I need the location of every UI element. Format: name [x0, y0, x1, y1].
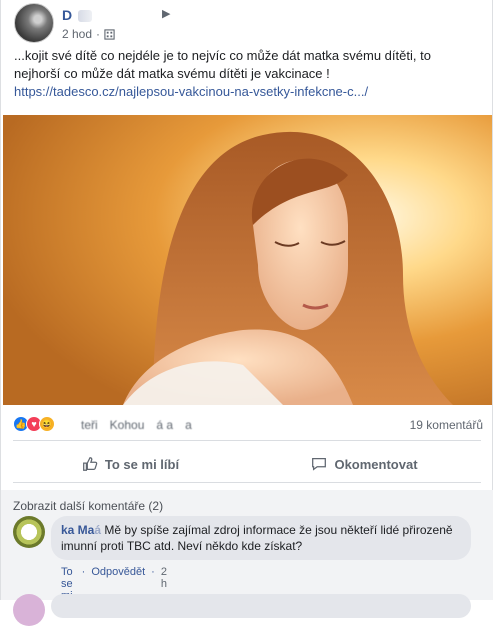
author-name-blur: [78, 10, 93, 23]
commenter-avatar[interactable]: [13, 516, 45, 548]
comments-section: Zobrazit další komentáře (2) ka Maá Mě b…: [1, 490, 493, 626]
comment-label: Okomentovat: [334, 456, 418, 472]
timestamp[interactable]: 2 hod: [62, 27, 92, 41]
reaction-name-3[interactable]: á a: [156, 418, 173, 432]
commenter-name-text[interactable]: ka Ma: [61, 523, 94, 537]
next-commenter-avatar[interactable]: [13, 594, 45, 626]
post-link[interactable]: https://tadesco.cz/najlepsou-vakcinou-na…: [14, 83, 484, 101]
reaction-name-4[interactable]: a: [185, 418, 192, 432]
comments-count[interactable]: 19 komentářů: [410, 418, 483, 432]
post-stats: 👍 ♥ 😆 teři Kohou á a a 19 komentářů: [13, 414, 483, 434]
post-text-line2: nejhorší co může dát matka svému dítěti …: [14, 66, 330, 81]
post-text-line1: ...kojit své dítě co nejdéle je to nejví…: [14, 48, 431, 63]
post-text: ...kojit své dítě co nejdéle je to nejví…: [14, 47, 484, 101]
comment-text: Mě by spíše zajímal zdroj informace že j…: [61, 523, 453, 553]
audience-icon[interactable]: [104, 28, 115, 40]
comment-button[interactable]: Okomentovat: [247, 448, 481, 480]
divider-bottom: [13, 482, 481, 483]
caret-right-icon[interactable]: ▶: [162, 7, 170, 20]
post-actions: To se mi líbí Okomentovat: [13, 448, 481, 480]
commenter-name[interactable]: ka Maá: [61, 523, 101, 537]
like-button[interactable]: To se mi líbí: [13, 448, 247, 480]
commenter-name-blur: á: [94, 523, 102, 537]
post-meta: 2 hod ·: [62, 27, 115, 41]
haha-reaction-icon: 😆: [39, 416, 55, 432]
post-header: D ▶ 2 hod ·: [14, 3, 314, 43]
portrait-image: [3, 115, 492, 405]
reaction-name-2[interactable]: Kohou: [110, 418, 145, 432]
post-card: D ▶ 2 hod · ...kojit své dítě co nejdéle…: [0, 0, 493, 626]
author-name[interactable]: D: [62, 7, 93, 23]
separator-dot: ·: [96, 27, 101, 41]
thumbs-up-icon: [82, 457, 98, 471]
author-avatar[interactable]: [14, 3, 54, 43]
author-name-text[interactable]: D: [62, 7, 72, 23]
next-comment-bubble: [51, 594, 471, 618]
reaction-names[interactable]: teři Kohou á a a: [81, 418, 192, 432]
reaction-name-1[interactable]: teři: [81, 418, 98, 432]
show-more-comments[interactable]: Zobrazit další komentáře (2): [13, 499, 163, 513]
like-label: To se mi líbí: [104, 456, 180, 472]
post-photo[interactable]: [3, 115, 492, 405]
comment-icon: [312, 457, 327, 471]
divider-top: [13, 440, 481, 441]
reaction-icons[interactable]: 👍 ♥ 😆: [13, 416, 55, 432]
comment-bubble: ka Maá Mě by spíše zajímal zdroj informa…: [51, 516, 471, 560]
